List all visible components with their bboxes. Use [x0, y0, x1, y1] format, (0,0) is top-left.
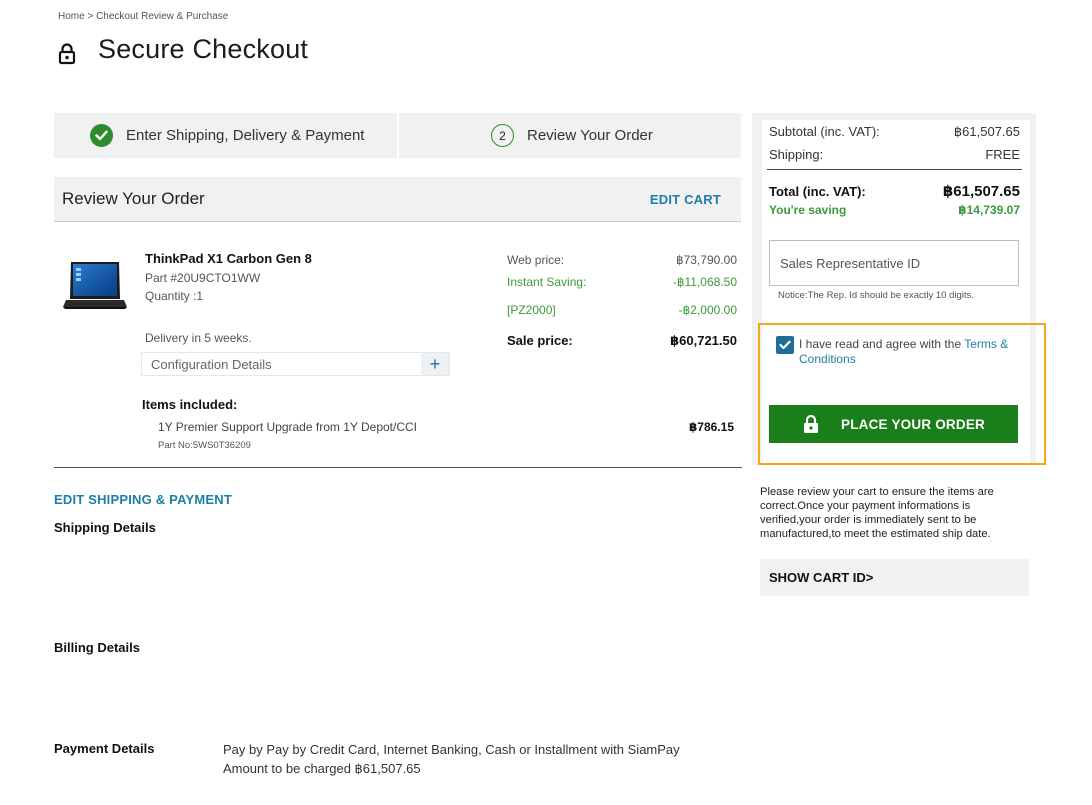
web-price-row: Web price: ฿73,790.00 — [507, 253, 737, 267]
review-note: Please review your cart to ensure the it… — [760, 486, 994, 540]
subtotal-value: ฿61,507.65 — [953, 124, 1020, 139]
web-price-label: Web price: — [507, 253, 565, 267]
place-order-button[interactable]: PLACE YOUR ORDER — [769, 405, 1018, 443]
review-order-header: Review Your Order EDIT CART — [54, 177, 741, 222]
configuration-details-toggle[interactable]: Configuration Details + — [141, 352, 450, 376]
payment-method: Pay by Pay by Credit Card, Internet Bank… — [223, 742, 680, 757]
terms-agreement: I have read and agree with the Terms & C… — [799, 337, 1014, 367]
check-icon — [90, 124, 113, 147]
product-quantity: Quantity :1 — [145, 289, 204, 303]
subtotal-row: Subtotal (inc. VAT): ฿61,507.65 — [769, 124, 1020, 140]
web-price-value: ฿73,790.00 — [675, 253, 737, 267]
sales-rep-id-input[interactable] — [769, 240, 1019, 286]
agree-text: I have read and agree with the — [799, 337, 965, 351]
step-label: Review Your Order — [527, 127, 653, 144]
amount-to-charge: Amount to be charged ฿61,507.65 — [223, 761, 421, 776]
page-title: Secure Checkout — [98, 34, 309, 64]
saving-row: You're saving ฿14,739.07 — [769, 203, 1020, 217]
step-shipping-delivery-payment[interactable]: Enter Shipping, Delivery & Payment — [54, 113, 397, 158]
place-order-label: PLACE YOUR ORDER — [841, 416, 985, 432]
sale-price-label: Sale price: — [507, 333, 573, 348]
payment-details-title: Payment Details — [54, 741, 155, 756]
page-header: Secure Checkout — [58, 34, 308, 65]
saving-value: ฿14,739.07 — [958, 203, 1020, 217]
edit-shipping-payment-link[interactable]: EDIT SHIPPING & PAYMENT — [54, 492, 232, 507]
rep-id-notice: Notice:The Rep. Id should be exactly 10 … — [778, 290, 974, 301]
instant-saving-row: Instant Saving: -฿11,068.50 — [507, 275, 737, 289]
show-cart-id-button[interactable]: SHOW CART ID> — [760, 559, 1029, 596]
checkout-steps: Enter Shipping, Delivery & Payment 2 Rev… — [54, 113, 741, 158]
delivery-estimate: Delivery in 5 weeks. — [145, 331, 252, 345]
step-review-order: 2 Review Your Order — [399, 113, 741, 158]
items-included-title: Items included: — [142, 397, 238, 412]
total-value: ฿61,507.65 — [942, 183, 1020, 200]
review-order-title: Review Your Order — [62, 189, 205, 208]
promo-code-value: -฿2,000.00 — [678, 303, 737, 317]
instant-saving-value: -฿11,068.50 — [672, 275, 737, 289]
promo-code-label: [PZ2000] — [507, 303, 556, 317]
divider — [54, 467, 742, 468]
saving-label: You're saving — [769, 203, 847, 217]
lock-icon — [804, 414, 818, 433]
total-label: Total (inc. VAT): — [769, 184, 866, 199]
promo-row: [PZ2000] -฿2,000.00 — [507, 303, 737, 317]
step-label: Enter Shipping, Delivery & Payment — [126, 127, 365, 144]
sale-price-row: Sale price: ฿60,721.50 — [507, 333, 737, 349]
configuration-details-label: Configuration Details — [151, 356, 272, 372]
included-item-price: ฿786.15 — [688, 420, 734, 434]
product-name[interactable]: ThinkPad X1 Carbon Gen 8 — [145, 251, 312, 266]
shipping-label: Shipping: — [769, 147, 824, 162]
plus-icon[interactable]: + — [421, 353, 449, 375]
billing-details-title: Billing Details — [54, 640, 140, 655]
edit-cart-link[interactable]: EDIT CART — [650, 192, 721, 207]
subtotal-label: Subtotal (inc. VAT): — [769, 124, 880, 139]
product-part-number: Part #20U9CTO1WW — [145, 271, 261, 285]
included-item-name: 1Y Premier Support Upgrade from 1Y Depot… — [158, 420, 418, 434]
shipping-details-title: Shipping Details — [54, 520, 156, 535]
included-item-part: Part No:5WS0T36209 — [158, 440, 251, 451]
instant-saving-label: Instant Saving: — [507, 275, 587, 289]
breadcrumb[interactable]: Home > Checkout Review & Purchase — [58, 11, 228, 22]
total-row: Total (inc. VAT): ฿61,507.65 — [769, 182, 1020, 200]
summary-divider — [767, 169, 1022, 170]
shipping-row: Shipping: FREE — [769, 147, 1020, 162]
lock-icon — [58, 42, 76, 64]
sale-price-value: ฿60,721.50 — [670, 333, 737, 348]
checkbox-checked-icon[interactable] — [776, 336, 794, 354]
step-number: 2 — [491, 124, 514, 147]
shipping-value: FREE — [985, 147, 1020, 162]
laptop-image — [63, 262, 127, 309]
